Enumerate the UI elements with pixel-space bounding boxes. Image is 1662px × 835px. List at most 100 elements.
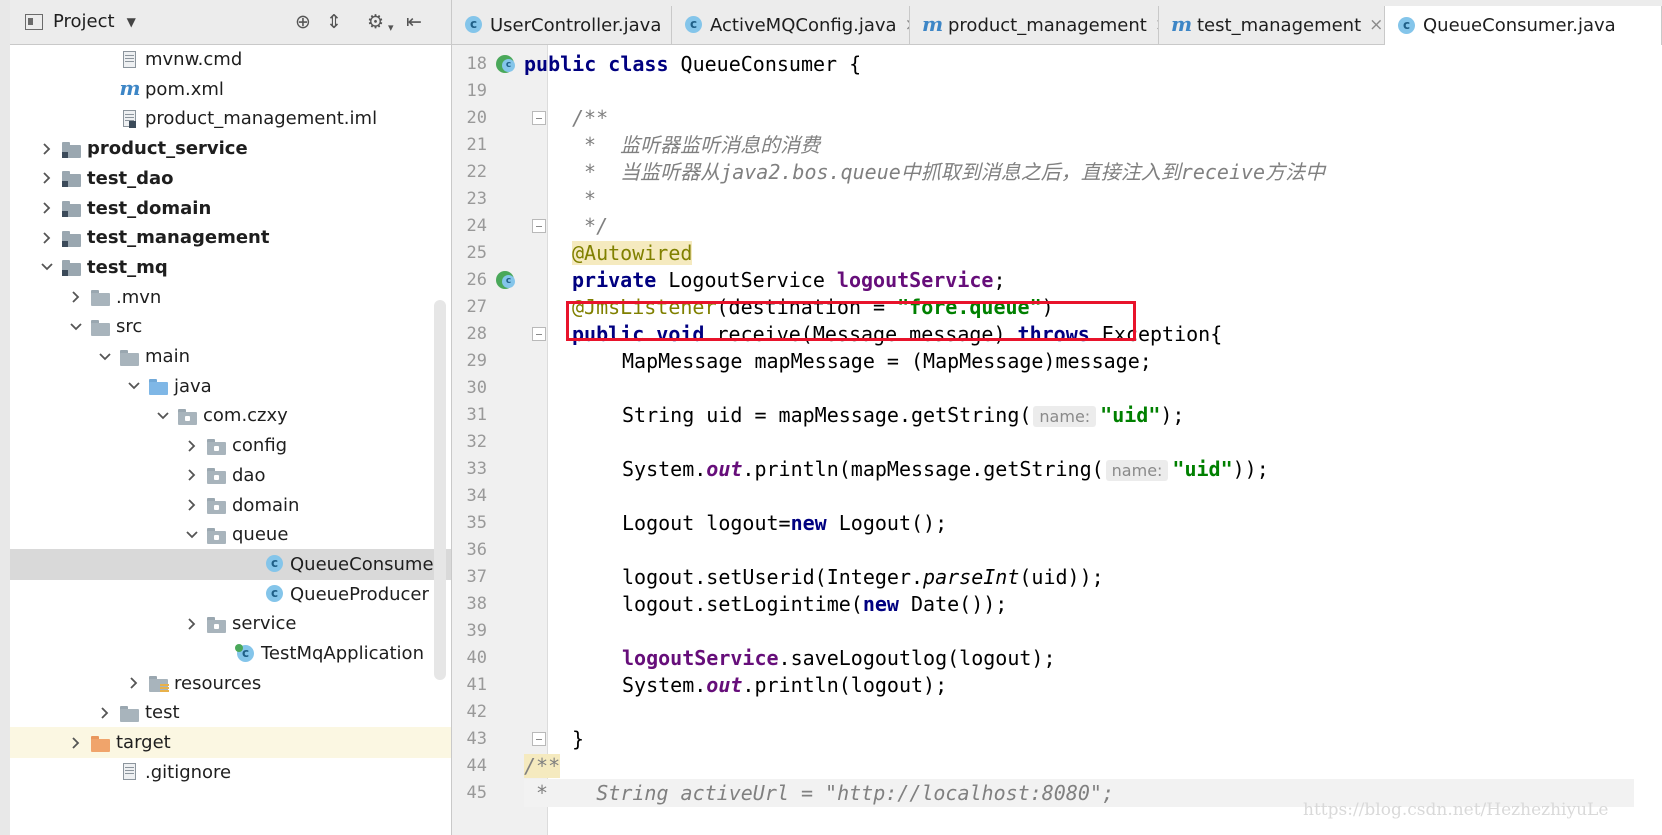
tree-item-label: main [145, 346, 190, 367]
tree-scrollbar[interactable] [434, 300, 446, 680]
hide-panel-icon[interactable]: ⇤ [406, 12, 422, 32]
code-editor[interactable]: 18 19 20 21 22 23 24 25 26 27 28 29 30 31 32 33 34 35 36 37… [452, 45, 1662, 835]
run-gutter-icon[interactable] [496, 55, 515, 73]
line-number: 31 [466, 405, 487, 425]
target-folder-icon [90, 733, 112, 753]
fold-icon[interactable] [532, 327, 546, 341]
tree-item-queueconsumer[interactable]: QueueConsumer [10, 548, 451, 580]
param-hint: name: [1105, 460, 1169, 481]
tree-item-domain[interactable]: domain [10, 490, 451, 521]
chevron-down-icon[interactable] [37, 257, 57, 277]
tree-item-testmqapplication[interactable]: TestMqApplication [10, 638, 451, 669]
folder-icon [119, 703, 141, 723]
chevron-right-icon[interactable] [37, 139, 57, 159]
tree-item-label: test [145, 702, 180, 724]
tree-item-label: domain [232, 494, 300, 516]
gear-menu-chevron-icon[interactable]: ▾ [388, 18, 394, 38]
gear-icon[interactable]: ⚙ [367, 12, 384, 32]
tree-item-service[interactable]: service [10, 608, 451, 639]
project-view-selector[interactable]: Project ▼ [25, 10, 136, 34]
chevron-down-icon[interactable] [124, 376, 144, 396]
folder-icon [90, 317, 112, 337]
chevron-down-icon[interactable] [153, 406, 173, 426]
chevron-down-icon[interactable] [95, 347, 115, 367]
collapse-all-icon[interactable]: ⇕ [326, 12, 342, 32]
tree-item-test[interactable]: test [10, 697, 451, 728]
locate-target-icon[interactable]: ⊕ [295, 12, 311, 32]
chevron-right-icon[interactable] [182, 495, 202, 515]
line-number: 35 [466, 513, 487, 533]
chevron-right-icon[interactable] [95, 703, 115, 723]
fold-icon[interactable] [532, 732, 546, 746]
tab-label: product_management [948, 14, 1147, 36]
tree-item-label: mvnw.cmd [145, 49, 243, 70]
fold-icon[interactable] [532, 219, 546, 233]
tab-product-management[interactable]: mproduct_management× [910, 6, 1159, 44]
tree-item-java[interactable]: java [10, 371, 451, 402]
chevron-right-icon[interactable] [182, 436, 202, 456]
tab-label: UserController.java [490, 14, 662, 36]
tree-item-mvnw-cmd[interactable]: mvnw.cmd [10, 44, 451, 75]
tree-item-label: .mvn [116, 286, 162, 308]
tree-item-test-mq[interactable]: test_mq [10, 252, 451, 283]
run-gutter-icon[interactable] [496, 271, 515, 289]
tree-item-label: queue [232, 524, 289, 546]
tree-item-queue[interactable]: queue [10, 519, 451, 550]
chevron-right-icon[interactable] [66, 287, 86, 307]
tree-item-product-service[interactable]: product_service [10, 133, 451, 164]
chevron-right-icon[interactable] [182, 465, 202, 485]
tree-item-src[interactable]: src [10, 311, 451, 342]
tab-queueconsumer-java[interactable]: QueueConsumer.java [1385, 6, 1662, 45]
code-line-24: */ [572, 214, 609, 238]
module-folder-icon [61, 168, 83, 188]
tree-item-label: QueueProducer [290, 583, 429, 605]
line-number: 22 [466, 162, 487, 182]
tree-item-resources[interactable]: resources [10, 668, 451, 699]
package-icon [206, 614, 228, 634]
line-number: 36 [466, 540, 487, 560]
tree-item-queueproducer[interactable]: QueueProducer [10, 579, 451, 610]
tree-item-test-domain[interactable]: test_domain [10, 193, 451, 224]
folder-icon [119, 347, 141, 367]
line-number: 32 [466, 432, 487, 452]
maven-icon: m [1171, 12, 1193, 36]
tree-item--mvn[interactable]: .mvn [10, 282, 451, 313]
chevron-down-icon[interactable] [182, 525, 202, 545]
tab-activemqconfig-java[interactable]: ActiveMQConfig.java× [672, 6, 910, 44]
chevron-right-icon[interactable] [37, 198, 57, 218]
code-line-37: logout.setUserid(Integer.parseInt(uid)); [622, 565, 1104, 589]
line-number: 37 [466, 567, 487, 587]
resources-folder-icon [148, 673, 170, 694]
tree-item--gitignore[interactable]: .gitignore [10, 757, 451, 788]
fold-icon[interactable] [532, 111, 546, 125]
package-icon [206, 525, 228, 545]
line-number: 19 [466, 81, 487, 101]
chevron-right-icon[interactable] [37, 168, 57, 188]
tree-item-dao[interactable]: dao [10, 460, 451, 491]
tree-item-test-dao[interactable]: test_dao [10, 163, 451, 194]
close-icon[interactable]: × [1369, 15, 1383, 35]
line-number: 30 [466, 378, 487, 398]
chevron-down-icon[interactable] [66, 317, 86, 337]
tab-test-management[interactable]: m test_management × [1159, 6, 1385, 44]
tab-usercontroller-java[interactable]: UserController.java× [452, 6, 672, 44]
code-line-31: String uid = mapMessage.getString(name: "… [622, 403, 1185, 427]
tree-item-target[interactable]: target [10, 727, 451, 759]
tree-item-product-management-iml[interactable]: product_management.iml [10, 103, 451, 134]
chevron-right-icon[interactable] [66, 733, 86, 753]
tree-item-main[interactable]: main [10, 341, 451, 372]
tree-item-label: service [232, 613, 297, 635]
tree-item-pom-xml[interactable]: m pom.xml [10, 74, 451, 105]
class-icon [1397, 16, 1417, 36]
tree-item-config[interactable]: config [10, 430, 451, 461]
tree-item-test-management[interactable]: test_management [10, 222, 451, 253]
code-line-21: * 监听器监听消息的消费 [572, 133, 821, 157]
chevron-right-icon[interactable] [37, 228, 57, 248]
tree-item-com-czxy[interactable]: com.czxy [10, 400, 451, 431]
chevron-right-icon[interactable] [124, 673, 144, 693]
highlight-box [566, 301, 1136, 341]
code-line-40: logoutService.saveLogoutlog(logout); [622, 646, 1056, 670]
chevron-right-icon[interactable] [182, 614, 202, 634]
